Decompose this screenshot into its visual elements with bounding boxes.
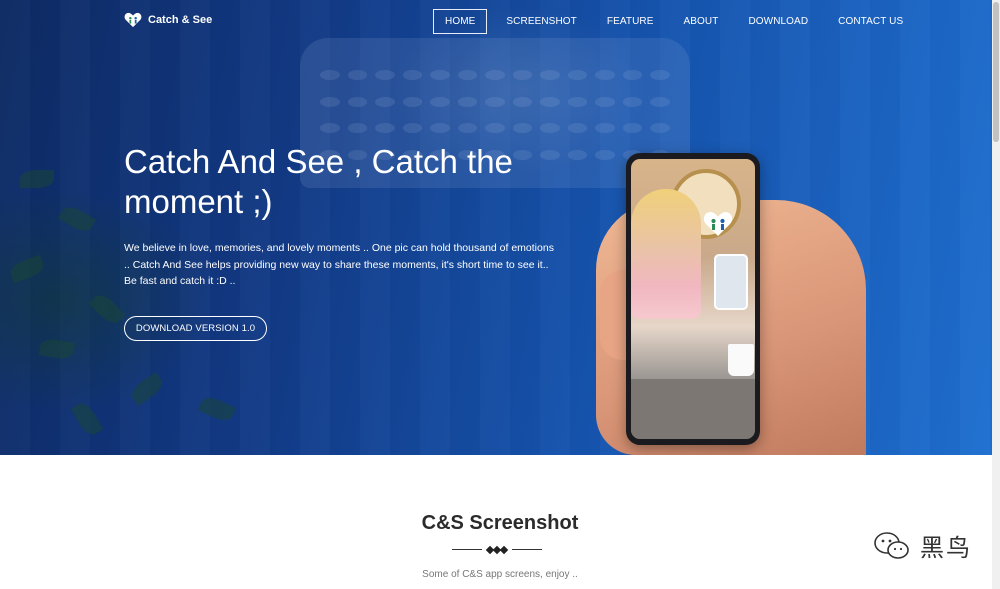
nav-item-screenshot[interactable]: SCREENSHOT <box>495 10 587 33</box>
held-phone-image <box>714 254 748 310</box>
leaf-decoration <box>7 254 47 284</box>
watermark-text: 黑鸟 <box>920 534 972 562</box>
hero-headline: Catch And See , Catch the moment ;) <box>124 143 513 220</box>
brand-name: Catch & See <box>148 14 213 26</box>
leaf-decoration <box>20 170 54 188</box>
leaf-decoration <box>57 202 97 236</box>
table-image <box>631 379 755 439</box>
hero-description: We believe in love, memories, and lovely… <box>124 242 554 287</box>
watermark: 黑鸟 <box>872 528 972 563</box>
leaf-decoration <box>127 371 167 407</box>
phone-screen-image <box>631 159 755 439</box>
screenshot-section-title: C&S Screenshot <box>421 512 579 534</box>
hero-section: Catch & See HOME SCREENSHOT FEATURE ABOU… <box>0 0 1000 455</box>
heart-people-icon <box>124 12 142 28</box>
page-scrollbar[interactable] <box>992 0 1000 589</box>
wechat-icon <box>874 531 909 559</box>
nav-item-download[interactable]: DOWNLOAD <box>737 10 819 33</box>
phone-mockup-icon <box>626 153 760 445</box>
nav-item-about[interactable]: ABOUT <box>673 10 730 33</box>
scrollbar-thumb[interactable] <box>993 2 999 142</box>
section-divider <box>452 545 542 555</box>
screenshot-section-subtitle: Some of C&S app screens, enjoy .. <box>422 569 578 580</box>
coffee-cup-image <box>728 344 754 376</box>
nav-item-feature[interactable]: FEATURE <box>596 10 665 33</box>
nav-item-contact-us[interactable]: CONTACT US <box>827 10 914 33</box>
divider-diamonds-icon <box>483 545 511 555</box>
leaf-decoration <box>70 399 104 439</box>
brand-logo[interactable]: Catch & See <box>124 12 212 28</box>
main-menu: HOME SCREENSHOT FEATURE ABOUT DOWNLOAD C… <box>433 9 922 34</box>
leaf-decoration <box>88 290 126 328</box>
download-version-button[interactable]: DOWNLOAD VERSION 1.0 <box>124 316 267 341</box>
leaf-decoration <box>38 337 76 361</box>
top-navbar: Catch & See HOME SCREENSHOT FEATURE ABOU… <box>0 0 1000 42</box>
divider-line <box>452 549 482 550</box>
heart-people-icon <box>703 212 733 236</box>
nav-item-home[interactable]: HOME <box>433 9 488 34</box>
selfie-woman-image <box>631 189 701 319</box>
divider-line <box>512 549 542 550</box>
leaf-decoration <box>197 393 237 425</box>
